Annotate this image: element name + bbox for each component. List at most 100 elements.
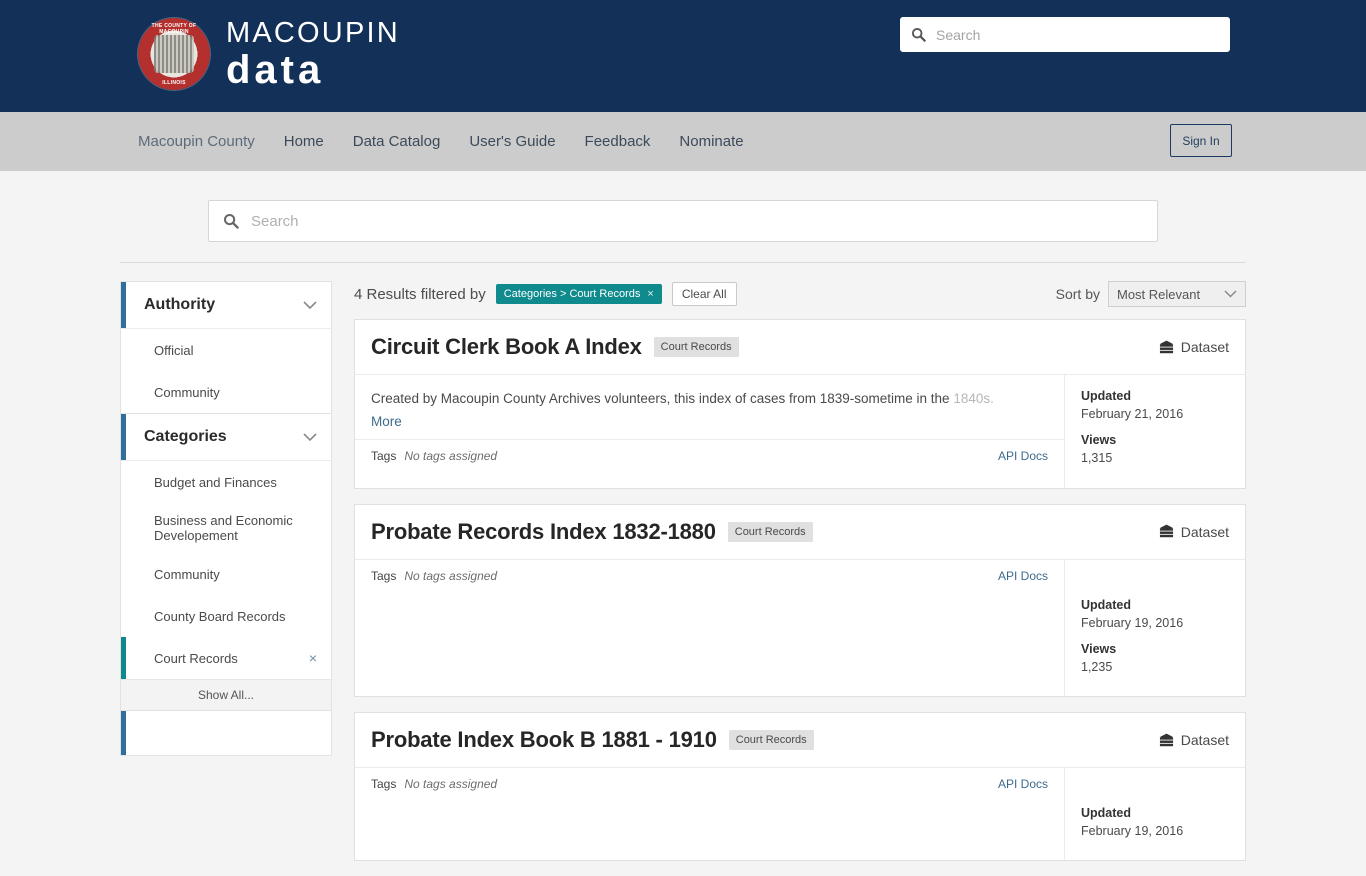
site-masthead: THE COUNTY OF MACOUPIN ILLINOIS MACOUPIN…: [0, 0, 1366, 112]
facet-item-label: Court Records: [154, 651, 238, 666]
result-title[interactable]: Probate Index Book B 1881 - 1910: [371, 727, 717, 753]
search-icon: [911, 27, 926, 42]
result-card-meta: Updated February 19, 2016: [1065, 768, 1245, 860]
facet-authority-header[interactable]: Authority: [121, 282, 331, 328]
result-description: Created by Macoupin County Archives volu…: [355, 375, 1064, 410]
close-icon[interactable]: ×: [647, 288, 653, 300]
facet-item-label: Budget and Finances: [154, 475, 277, 490]
nav-item-users-guide[interactable]: User's Guide: [469, 133, 555, 150]
results-count-text: 4 Results filtered by: [354, 286, 486, 303]
active-filter-chip[interactable]: Categories > Court Records ×: [496, 284, 662, 304]
facet-item-community[interactable]: Community: [121, 553, 331, 595]
facet-next-header[interactable]: [121, 711, 331, 755]
result-category-badge[interactable]: Court Records: [728, 522, 813, 542]
sort-by-label: Sort by: [1056, 286, 1100, 302]
sort-control: Sort by Most Relevant: [1056, 281, 1246, 307]
result-card-meta: Updated February 21, 2016 Views 1,315: [1065, 375, 1245, 488]
results-header: 4 Results filtered by Categories > Court…: [354, 281, 1246, 307]
result-type: Dataset: [1159, 732, 1229, 748]
result-card[interactable]: Probate Records Index 1832-1880 Court Re…: [354, 504, 1246, 698]
views-label: Views: [1081, 640, 1229, 658]
updated-value: February 19, 2016: [1081, 614, 1229, 632]
facet-sidebar: Authority Official Community: [120, 281, 332, 876]
brand-line-2: data: [226, 50, 400, 90]
facet-item-court-records[interactable]: Court Records ×: [121, 637, 331, 679]
nav-item-nominate[interactable]: Nominate: [679, 133, 743, 150]
main-search-row: [0, 171, 1366, 262]
chevron-down-icon: [303, 301, 317, 309]
result-title[interactable]: Circuit Clerk Book A Index: [371, 334, 642, 360]
page-body: Authority Official Community: [0, 171, 1366, 876]
updated-value: February 21, 2016: [1081, 405, 1229, 423]
county-seal-icon: THE COUNTY OF MACOUPIN ILLINOIS: [138, 18, 210, 90]
clear-all-button[interactable]: Clear All: [672, 282, 737, 306]
facet-item-budget-and-finances[interactable]: Budget and Finances: [121, 461, 331, 503]
result-card[interactable]: Circuit Clerk Book A Index Court Records…: [354, 319, 1246, 489]
main-search-box[interactable]: [208, 200, 1158, 242]
tags-value: No tags assigned: [404, 777, 497, 791]
dataset-icon: [1159, 733, 1174, 748]
result-card-meta: Updated February 19, 2016 Views 1,235: [1065, 560, 1245, 697]
result-tags-row: Tags No tags assigned API Docs: [355, 768, 1064, 800]
result-type: Dataset: [1159, 339, 1229, 355]
sort-select[interactable]: Most Relevant: [1108, 281, 1246, 307]
nav-item-home[interactable]: Home: [284, 133, 324, 150]
seal-bottom-text: ILLINOIS: [138, 80, 210, 86]
result-tags-row: Tags No tags assigned API Docs: [355, 560, 1064, 592]
facet-item-county-board-records[interactable]: County Board Records: [121, 595, 331, 637]
nav-links: Macoupin County Home Data Catalog User's…: [138, 133, 744, 150]
nav-item-data-catalog[interactable]: Data Catalog: [353, 133, 441, 150]
chevron-down-icon: [1224, 290, 1237, 298]
result-title[interactable]: Probate Records Index 1832-1880: [371, 519, 716, 545]
facet-authority-title: Authority: [144, 296, 215, 314]
sign-in-button[interactable]: Sign In: [1170, 124, 1232, 157]
result-type: Dataset: [1159, 524, 1229, 540]
site-brand[interactable]: THE COUNTY OF MACOUPIN ILLINOIS MACOUPIN…: [138, 18, 400, 90]
facet-authority-body: Official Community: [121, 328, 331, 413]
close-icon[interactable]: ×: [309, 650, 317, 666]
facet-show-all-button[interactable]: Show All...: [121, 679, 331, 710]
dataset-icon: [1159, 340, 1174, 355]
api-docs-link[interactable]: API Docs: [998, 449, 1048, 463]
header-search-input[interactable]: [934, 26, 1219, 44]
facet-categories: Categories Budget and Finances Business …: [120, 414, 332, 711]
result-category-badge[interactable]: Court Records: [654, 337, 739, 357]
result-card-header: Circuit Clerk Book A Index Court Records…: [355, 320, 1245, 375]
search-icon: [223, 213, 239, 229]
result-more-link[interactable]: More: [355, 410, 418, 439]
facet-categories-body: Budget and Finances Business and Economi…: [121, 460, 331, 710]
result-description-text: Created by Macoupin County Archives volu…: [371, 391, 950, 406]
header-search-box[interactable]: [900, 17, 1230, 52]
results-column: 4 Results filtered by Categories > Court…: [354, 281, 1246, 876]
main-search-input[interactable]: [249, 212, 1143, 231]
views-value: 1,235: [1081, 658, 1229, 676]
sort-select-value: Most Relevant: [1117, 287, 1200, 302]
facet-item-label: Business and Economic Developement: [154, 513, 317, 543]
facet-item-label: Official: [154, 343, 194, 358]
facet-item-label: County Board Records: [154, 609, 286, 624]
updated-value: February 19, 2016: [1081, 822, 1229, 840]
facet-item-business-and-economic-developement[interactable]: Business and Economic Developement: [121, 503, 331, 553]
result-type-label: Dataset: [1181, 732, 1229, 748]
facet-categories-header[interactable]: Categories: [121, 414, 331, 460]
result-category-badge[interactable]: Court Records: [729, 730, 814, 750]
result-card-main: Tags No tags assigned API Docs: [355, 768, 1065, 860]
result-type-label: Dataset: [1181, 339, 1229, 355]
api-docs-link[interactable]: API Docs: [998, 777, 1048, 791]
result-card-main: Tags No tags assigned API Docs: [355, 560, 1065, 697]
facet-categories-title: Categories: [144, 428, 227, 446]
facet-item-official[interactable]: Official: [121, 329, 331, 371]
result-card[interactable]: Probate Index Book B 1881 - 1910 Court R…: [354, 712, 1246, 861]
nav-item-macoupin-county[interactable]: Macoupin County: [138, 133, 255, 150]
nav-item-feedback[interactable]: Feedback: [585, 133, 651, 150]
tags-value: No tags assigned: [404, 449, 497, 463]
updated-label: Updated: [1081, 596, 1229, 614]
tags-label: Tags: [371, 777, 396, 791]
facet-item-community-authority[interactable]: Community: [121, 371, 331, 413]
updated-label: Updated: [1081, 387, 1229, 405]
facet-item-label: Community: [154, 567, 220, 582]
result-description-fade: 1840s.: [953, 391, 994, 406]
content-area: Authority Official Community: [120, 263, 1246, 876]
api-docs-link[interactable]: API Docs: [998, 569, 1048, 583]
facet-next-partial: [120, 711, 332, 756]
